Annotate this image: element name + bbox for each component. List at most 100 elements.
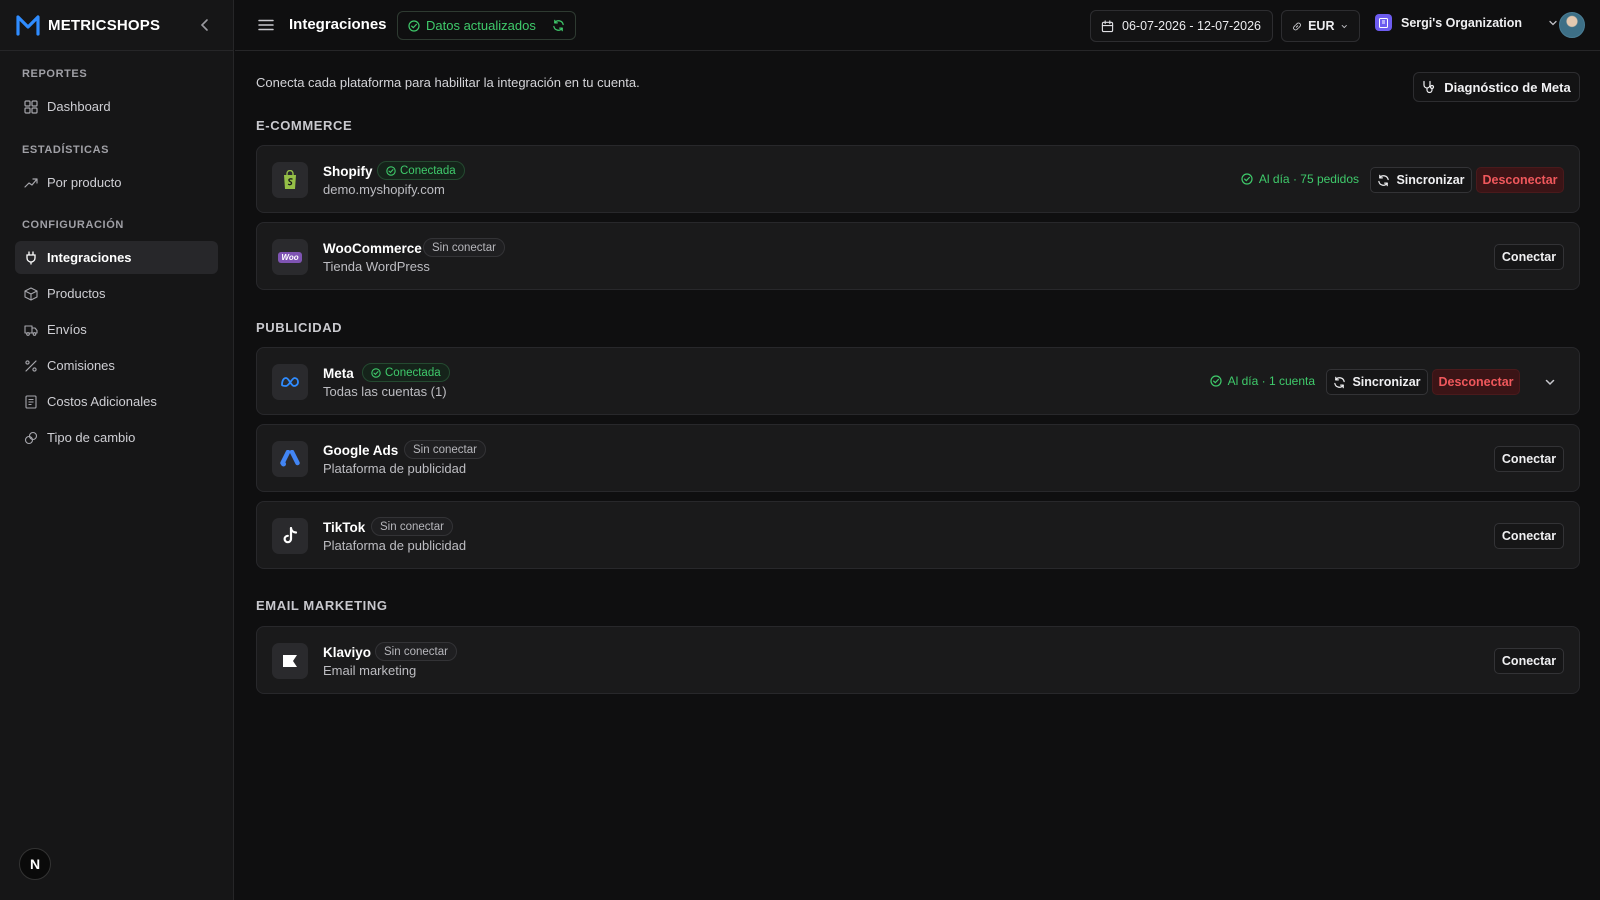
connect-button[interactable]: Conectar <box>1494 523 1564 549</box>
section-title-publicidad: PUBLICIDAD <box>256 320 343 335</box>
integration-name: WooCommerce <box>323 241 422 256</box>
chevron-down-icon <box>1549 20 1557 25</box>
currency-selector[interactable]: EUR <box>1281 10 1360 42</box>
sync-button[interactable]: Sincronizar <box>1326 369 1428 395</box>
calendar-icon <box>1101 19 1114 32</box>
chevron-down-icon <box>1342 24 1348 28</box>
sidebar-item-label: Productos <box>47 286 106 301</box>
sidebar-item-productos[interactable]: Productos <box>15 277 218 310</box>
disconnect-button[interactable]: Desconectar <box>1476 167 1564 193</box>
sidebar-item-integraciones[interactable]: Integraciones <box>15 241 218 274</box>
sidebar-item-label: Tipo de cambio <box>47 430 136 445</box>
nav-heading-configuracion: CONFIGURACIÓN <box>22 219 124 231</box>
organization-switcher[interactable]: Sergi's Organization <box>1375 14 1559 31</box>
woocommerce-logo-text: Woo <box>278 251 302 263</box>
integration-card-woocommerce: Woo WooCommerce Sin conectar Tienda Word… <box>256 222 1580 290</box>
status-badge-not-connected: Sin conectar <box>404 440 486 459</box>
percent-icon <box>25 359 37 372</box>
page-title: Integraciones <box>289 16 387 33</box>
status-badge-label: Conectada <box>400 164 456 177</box>
status-badge-connected: Conectada <box>377 161 465 180</box>
sync-status-text: Al día · 75 pedidos <box>1258 172 1359 186</box>
check-circle-icon <box>1241 173 1253 185</box>
check-circle-icon <box>408 19 420 32</box>
integration-card-tiktok: TikTok Sin conectar Plataforma de public… <box>256 501 1580 569</box>
sidebar-item-label: Integraciones <box>47 250 132 265</box>
integration-name: Shopify <box>323 164 373 179</box>
integration-name: Meta <box>323 366 354 381</box>
integration-name: Google Ads <box>323 443 399 458</box>
sidebar-item-label: Comisiones <box>47 358 115 373</box>
sidebar-item-label: Por producto <box>47 175 122 190</box>
exchange-icon <box>24 431 38 444</box>
status-badge-not-connected: Sin conectar <box>375 642 457 661</box>
nav-heading-reportes: REPORTES <box>22 68 88 80</box>
integration-card-meta: Meta Conectada Todas las cuentas (1) Al … <box>256 347 1580 415</box>
date-range-picker[interactable]: 06-07-2026 - 12-07-2026 <box>1090 10 1273 42</box>
sidebar-item-por-producto[interactable]: Por producto <box>15 166 218 199</box>
sync-button-label: Sincronizar <box>1352 375 1421 389</box>
tiktok-logo-icon <box>272 518 308 554</box>
sidebar-item-comisiones[interactable]: Comisiones <box>15 349 218 382</box>
status-badge-not-connected: Sin conectar <box>423 238 505 257</box>
data-status-pill: Datos actualizados <box>397 11 576 40</box>
sidebar-item-costos-adicionales[interactable]: Costos Adicionales <box>15 385 218 418</box>
workspace-avatar[interactable]: N <box>19 848 51 880</box>
sync-button-label: Sincronizar <box>1396 173 1465 187</box>
woocommerce-logo-icon: Woo <box>272 239 308 275</box>
status-badge-not-connected: Sin conectar <box>371 517 453 536</box>
chevron-down-icon[interactable] <box>1543 375 1557 389</box>
truck-icon <box>24 324 38 336</box>
connect-button[interactable]: Conectar <box>1494 244 1564 270</box>
connect-button[interactable]: Conectar <box>1494 446 1564 472</box>
section-title-email-marketing: EMAIL MARKETING <box>256 598 388 613</box>
organization-icon <box>1375 14 1392 31</box>
refresh-icon <box>1334 376 1346 388</box>
meta-logo-icon <box>272 364 308 400</box>
sidebar-item-envios[interactable]: Envíos <box>15 313 218 346</box>
shopify-logo-icon <box>272 162 308 198</box>
date-range-text: 06-07-2026 - 12-07-2026 <box>1122 19 1261 33</box>
disconnect-button[interactable]: Desconectar <box>1432 369 1520 395</box>
sidebar-item-label: Costos Adicionales <box>47 394 157 409</box>
sidebar-item-label: Envíos <box>47 322 87 337</box>
integration-card-google-ads: Google Ads Sin conectar Plataforma de pu… <box>256 424 1580 492</box>
integration-name: Klaviyo <box>323 645 372 660</box>
refresh-icon[interactable] <box>552 19 565 32</box>
sync-button[interactable]: Sincronizar <box>1370 167 1472 193</box>
sidebar-item-tipo-de-cambio[interactable]: Tipo de cambio <box>15 421 218 454</box>
dashboard-icon <box>24 99 38 114</box>
sync-status-text: Al día · 1 cuenta <box>1227 374 1315 388</box>
status-badge-label: Conectada <box>385 366 441 379</box>
menu-icon[interactable] <box>258 17 274 33</box>
data-status-text: Datos actualizados <box>426 18 536 33</box>
status-badge-connected: Conectada <box>362 363 450 382</box>
metricshops-logo-icon <box>16 15 40 36</box>
meta-diagnostic-button[interactable]: Diagnóstico de Meta <box>1413 72 1580 102</box>
box-icon <box>24 286 38 301</box>
refresh-icon <box>1378 174 1390 186</box>
integration-description: demo.myshopify.com <box>323 182 445 197</box>
integration-card-klaviyo: Klaviyo Sin conectar Email marketing Con… <box>256 626 1580 694</box>
receipt-icon <box>25 394 37 409</box>
organization-name: Sergi's Organization <box>1401 15 1523 30</box>
meta-diagnostic-label: Diagnóstico de Meta <box>1444 79 1571 95</box>
section-title-ecommerce: E-COMMERCE <box>256 118 353 133</box>
intro-text: Conecta cada plataforma para habilitar l… <box>256 75 640 90</box>
stethoscope-icon <box>1423 80 1435 94</box>
integration-description: Todas las cuentas (1) <box>323 384 447 399</box>
currency-text: EUR <box>1308 19 1335 33</box>
integration-description: Plataforma de publicidad <box>323 461 467 476</box>
sidebar-item-label: Dashboard <box>47 99 111 114</box>
topbar: Integraciones Datos actualizados 06-07-2… <box>235 0 1600 51</box>
google-ads-logo-icon <box>272 441 308 477</box>
collapse-sidebar-icon[interactable] <box>197 17 213 33</box>
integration-name: TikTok <box>323 520 366 535</box>
integration-description: Email marketing <box>323 663 417 678</box>
user-avatar[interactable] <box>1559 12 1585 38</box>
sidebar-item-dashboard[interactable]: Dashboard <box>15 90 218 123</box>
klaviyo-logo-icon <box>272 643 308 679</box>
sync-status: Al día · 75 pedidos <box>1241 172 1359 186</box>
nav-heading-estadisticas: ESTADÍSTICAS <box>22 144 110 156</box>
connect-button[interactable]: Conectar <box>1494 648 1564 674</box>
